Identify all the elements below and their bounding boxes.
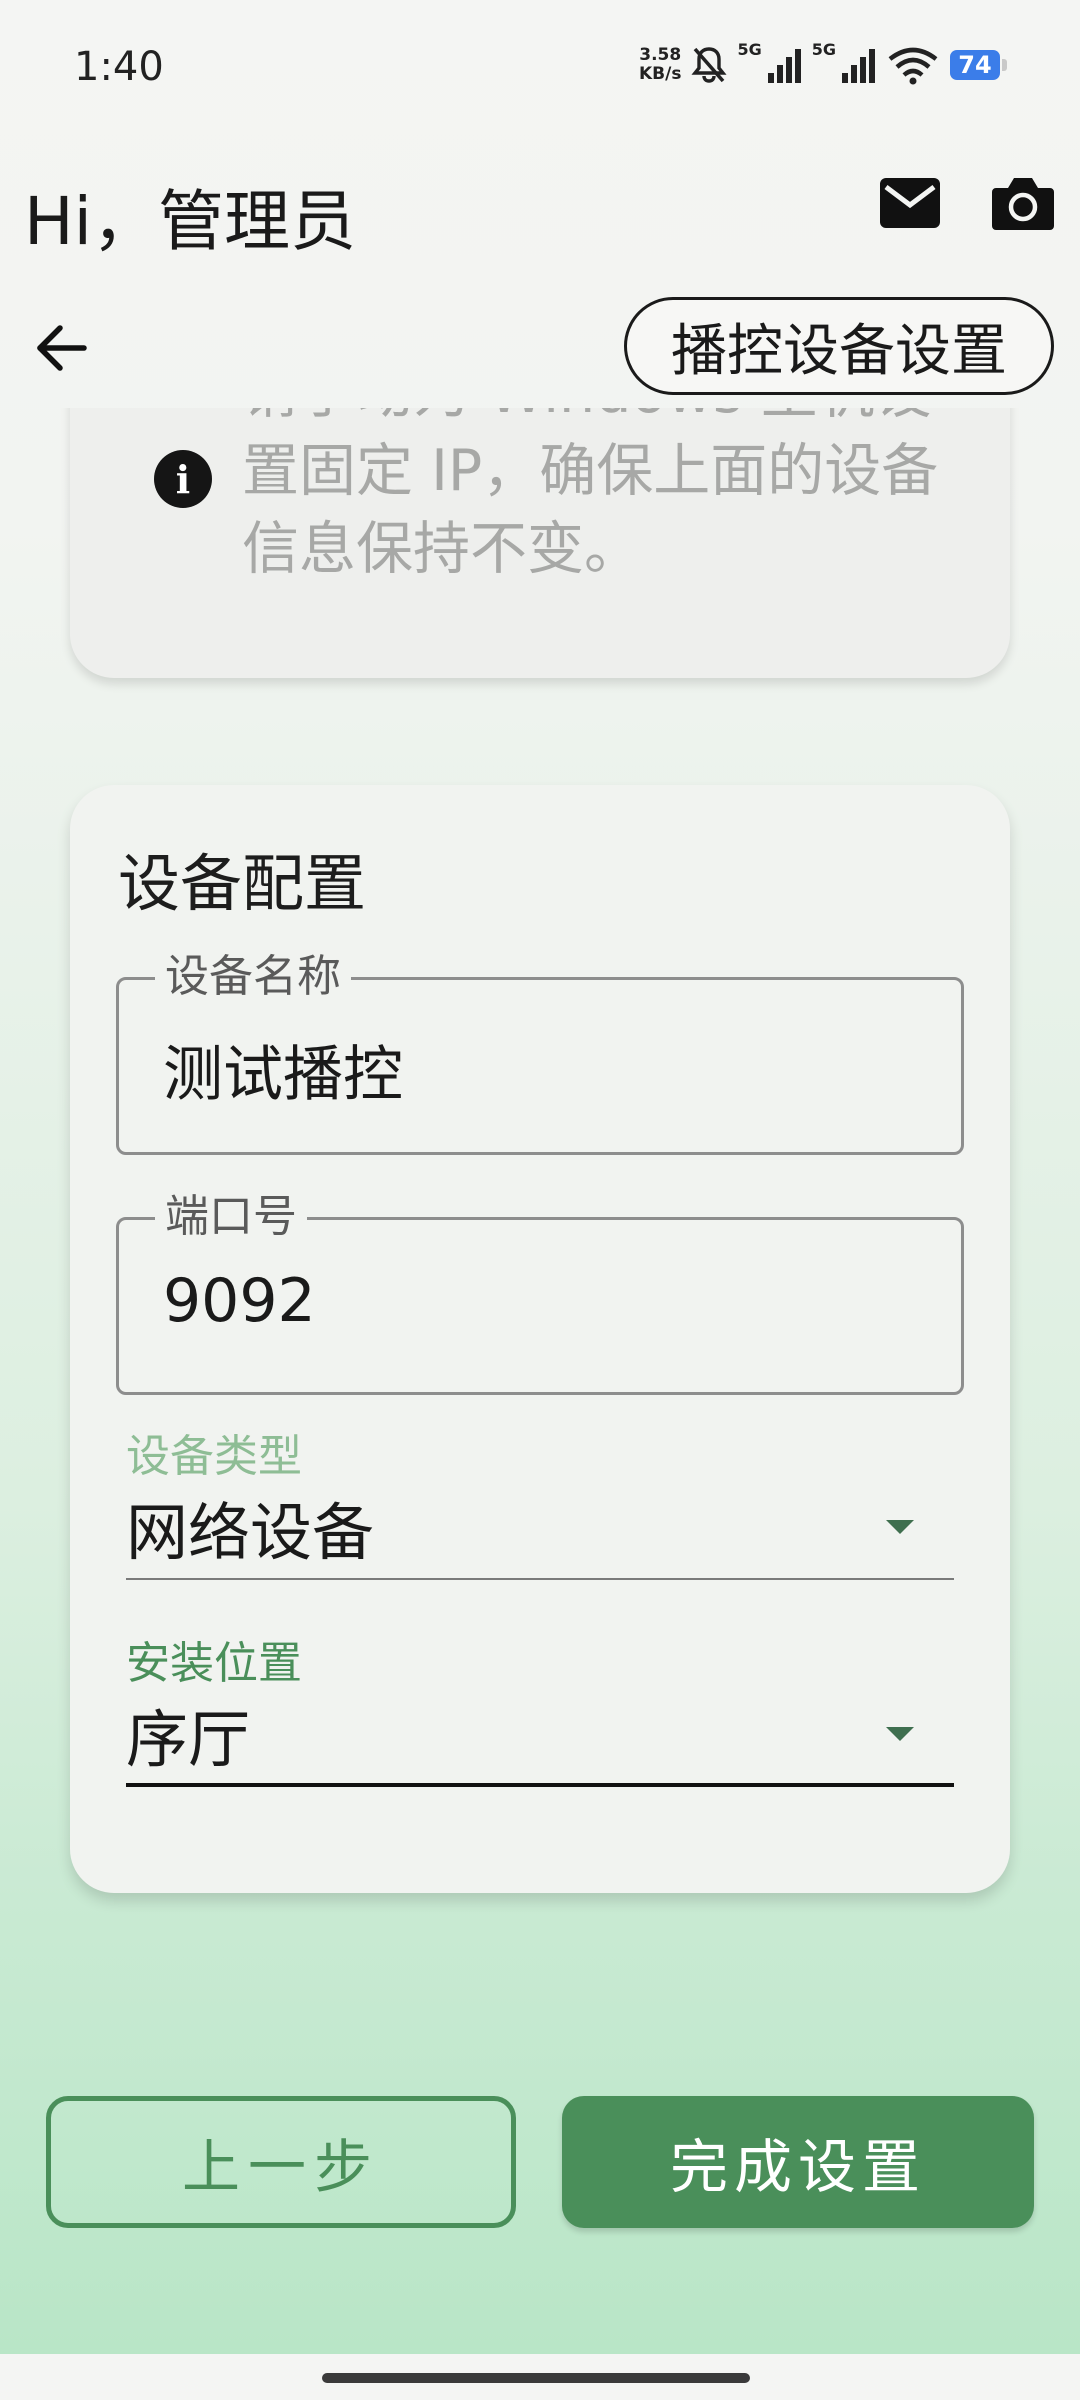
finish-setup-button[interactable]: 完成设置 — [562, 2096, 1034, 2228]
bell-muted-icon — [691, 47, 728, 83]
status-bar: 1:40 3.58 KB/s 5G 5G 74 — [0, 0, 1080, 140]
device-type-label: 设备类型 — [126, 1431, 302, 1482]
info-card: i 请手动为 Windows 主机设置固定 IP，确保上面的设备信息保持不变。 — [70, 408, 1010, 678]
port-field[interactable]: 端口号 9092 — [116, 1190, 964, 1395]
status-time: 1:40 — [74, 44, 164, 90]
greeting-title: Hi，管理员 — [24, 183, 356, 260]
info-text: 请手动为 Windows 主机设置固定 IP，确保上面的设备信息保持不变。 — [242, 408, 939, 582]
device-type-value: 网络设备 — [126, 1496, 375, 1569]
dropdown-arrow-icon — [886, 1727, 914, 1741]
device-name-label: 设备名称 — [155, 950, 351, 1004]
net-speed: 3.58 KB/s — [639, 45, 682, 84]
back-arrow-icon[interactable] — [34, 320, 90, 376]
page-title: 播控设备设置 — [624, 297, 1054, 395]
signal-icon — [842, 49, 875, 83]
device-name-value: 测试播控 — [163, 1040, 403, 1110]
previous-step-button[interactable]: 上一步 — [46, 2096, 516, 2228]
install-location-value: 序厅 — [126, 1703, 251, 1776]
device-type-underline — [126, 1578, 954, 1580]
section-title: 设备配置 — [118, 847, 367, 920]
dropdown-arrow-icon — [886, 1520, 914, 1534]
install-location-underline — [126, 1783, 954, 1787]
sim2-label: 5G — [811, 40, 836, 59]
install-location-select[interactable]: 安装位置 序厅 — [126, 1637, 954, 1787]
port-value: 9092 — [163, 1266, 316, 1336]
mail-icon[interactable] — [880, 178, 940, 228]
signal-icon — [767, 49, 801, 83]
sim1-label: 5G — [737, 40, 762, 59]
status-icons: 3.58 KB/s 5G 5G 74 — [639, 40, 1007, 90]
wifi-icon — [888, 47, 938, 85]
home-indicator[interactable] — [322, 2373, 750, 2383]
info-icon: i — [154, 450, 212, 508]
battery-indicator: 74 — [950, 50, 1007, 80]
camera-icon[interactable] — [992, 174, 1054, 230]
port-label: 端口号 — [155, 1190, 307, 1244]
device-type-select[interactable]: 设备类型 网络设备 — [126, 1430, 954, 1580]
install-location-label: 安装位置 — [126, 1638, 302, 1689]
device-name-field[interactable]: 设备名称 测试播控 — [116, 950, 964, 1155]
device-config-card: 设备配置 设备名称 测试播控 端口号 9092 设备类型 网络设备 安装位置 序… — [70, 785, 1010, 1893]
content-scroll[interactable]: i 请手动为 Windows 主机设置固定 IP，确保上面的设备信息保持不变。 … — [0, 408, 1080, 2048]
